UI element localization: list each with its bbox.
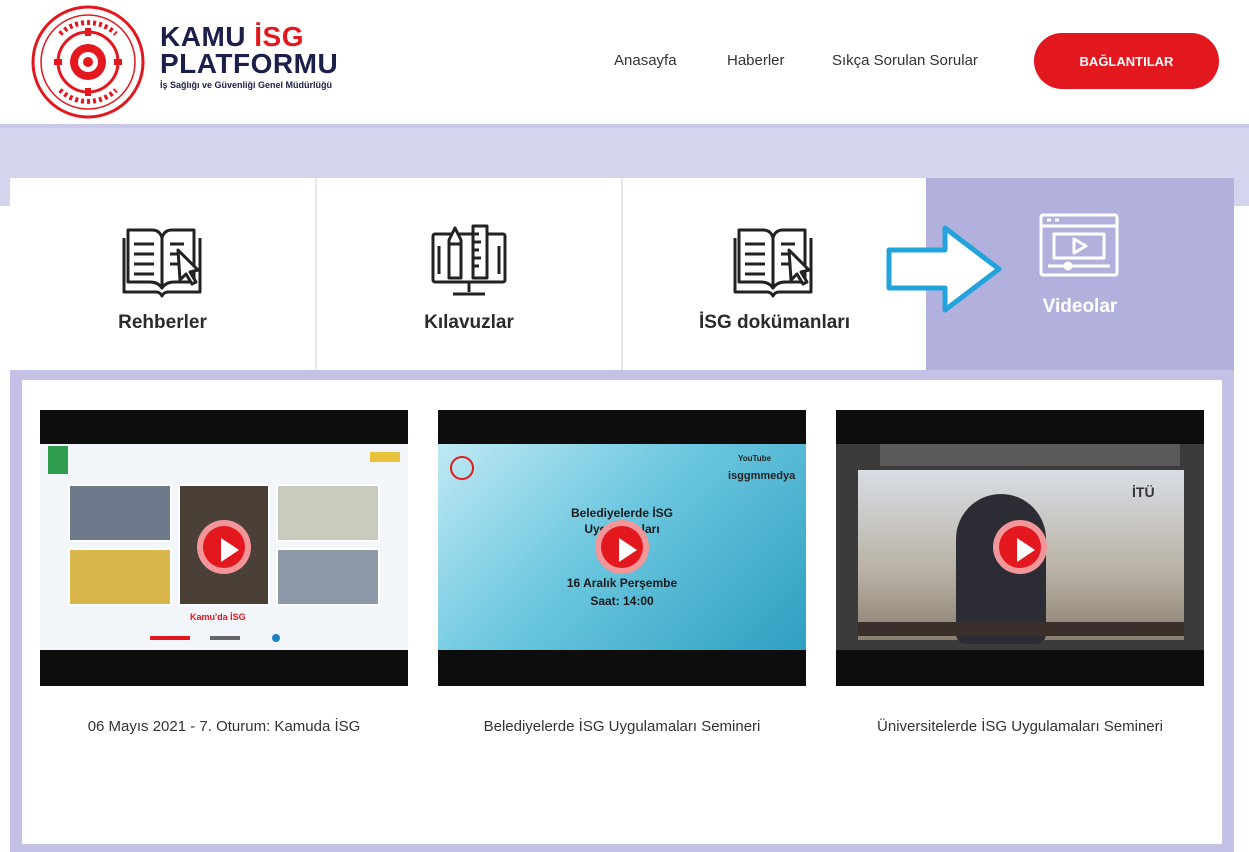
ruler-pencil-monitor-icon (431, 224, 507, 296)
video-card-2[interactable]: YouTube isggmmedya Belediyelerde İSG Uyg… (438, 410, 806, 686)
seal-icon (450, 456, 474, 480)
video-title-2[interactable]: Belediyelerde İSG Uygulamaları Semineri (438, 718, 806, 735)
nav-haberler[interactable]: Haberler (727, 52, 785, 69)
video-player-icon (1039, 213, 1119, 277)
logo-line2: PLATFORMU (160, 48, 339, 79)
baglantilar-button[interactable]: BAĞLANTILAR (1034, 33, 1219, 89)
poster-time: Saat: 14:00 (590, 594, 654, 608)
video-thumbnail-1: Kamu'da İSG (40, 444, 408, 650)
itu-badge: İTÜ (1132, 484, 1155, 500)
participant-strip (880, 444, 1180, 466)
book-cursor-icon (122, 228, 202, 298)
arrow-right-icon (886, 225, 1002, 313)
poster-date: 16 Aralık Perşembe (566, 576, 678, 590)
video-title-1[interactable]: 06 Mayıs 2021 - 7. Oturum: Kamuda İSG (40, 718, 408, 735)
play-button-icon[interactable] (197, 520, 251, 574)
sponsor-logo (272, 634, 280, 642)
video-thumbnail-3: İTÜ (836, 444, 1204, 650)
participant-tile (276, 484, 380, 542)
card-label-kilavuzlar: Kılavuzlar (424, 312, 514, 333)
video-card-3[interactable]: İTÜ (836, 410, 1204, 686)
video-card-1[interactable]: Kamu'da İSG (40, 410, 408, 686)
sponsor-logo (210, 636, 240, 640)
participant-tile (68, 484, 172, 542)
site-header: KAMU İSG PLATFORMU İş Sağlığı ve Güvenli… (0, 0, 1249, 124)
participant-tile (68, 548, 172, 606)
logo-subtitle: İş Sağlığı ve Güvenliği Genel Müdürlüğü (160, 80, 333, 90)
category-cards: Rehberler Kılavuzlar İSG dokümanları Vid… (10, 178, 1234, 376)
nav-sss[interactable]: Sıkça Sorulan Sorular (832, 52, 978, 69)
video-list: Kamu'da İSG 06 Mayıs 2021 - 7. Oturum: K… (22, 380, 1222, 844)
card-rehberler[interactable]: Rehberler (10, 178, 315, 376)
play-button-icon[interactable] (595, 520, 649, 574)
caption-bar (858, 622, 1184, 636)
logo-wordmark[interactable]: KAMU İSG PLATFORMU İş Sağlığı ve Güvenli… (160, 23, 339, 91)
video-panel: Kamu'da İSG 06 Mayıs 2021 - 7. Oturum: K… (10, 370, 1234, 852)
card-label-rehberler: Rehberler (118, 312, 207, 333)
overlay-text: Kamu'da İSG (190, 612, 246, 622)
card-kilavuzlar[interactable]: Kılavuzlar (317, 178, 621, 376)
channel-name: isggmmedya (728, 470, 796, 482)
play-button-icon[interactable] (993, 520, 1047, 574)
youtube-logo: YouTube (738, 454, 772, 463)
card-isg-dokumanlari[interactable]: İSG dokümanları (623, 178, 926, 376)
logo-line1: KAMU İSG (160, 23, 338, 51)
card-label-isg-dokumanlari: İSG dokümanları (699, 312, 850, 333)
badge-icon (48, 446, 68, 474)
book-cursor-icon (733, 228, 813, 298)
nav-anasayfa[interactable]: Anasayfa (614, 52, 677, 69)
band-edge (0, 124, 1249, 128)
ministry-seal-logo[interactable] (30, 4, 146, 120)
tag-icon (370, 452, 400, 462)
sponsor-logo (150, 636, 190, 640)
video-title-3[interactable]: Üniversitelerde İSG Uygulamaları Seminer… (836, 718, 1204, 735)
participant-tile (276, 548, 380, 606)
video-thumbnail-2: YouTube isggmmedya Belediyelerde İSG Uyg… (438, 444, 806, 650)
poster-line1: Belediyelerde İSG (570, 506, 674, 520)
